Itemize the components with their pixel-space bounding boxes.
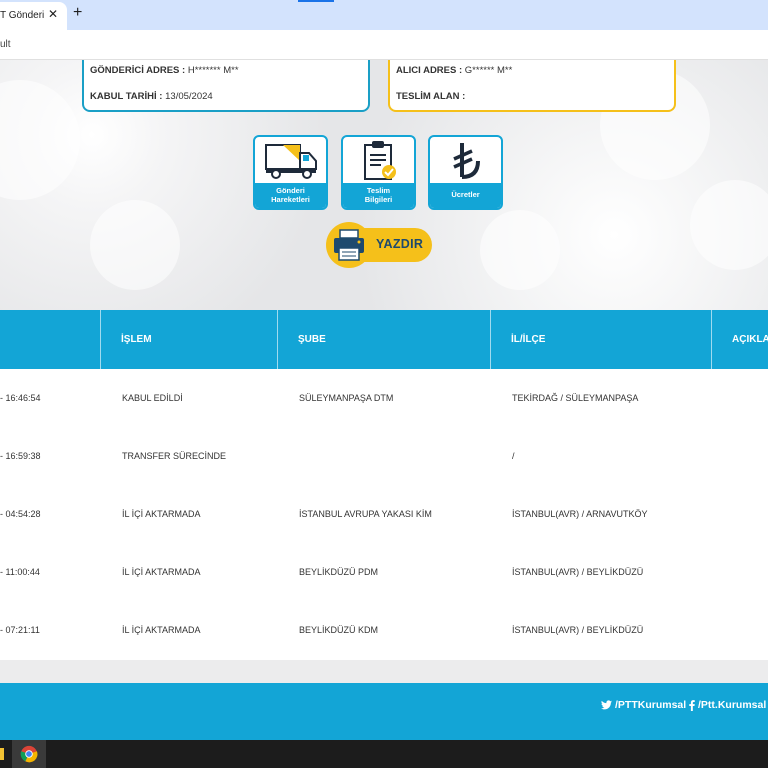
row-location: / bbox=[512, 451, 515, 461]
receiver-address-line: ALICI ADRES : G****** M** bbox=[396, 65, 512, 76]
tab-title: T Gönderi bbox=[0, 10, 44, 21]
row-time: - 16:59:38 bbox=[0, 451, 41, 461]
background-bokeh bbox=[90, 200, 180, 290]
row-action: TRANSFER SÜRECİNDE bbox=[122, 451, 227, 461]
chrome-icon bbox=[20, 745, 38, 763]
acceptance-date-label: KABUL TARİHİ : bbox=[90, 91, 163, 102]
truck-icon bbox=[255, 137, 326, 185]
column-header-action: İŞLEM bbox=[100, 310, 277, 369]
os-taskbar bbox=[0, 740, 768, 768]
column-header-location: İL/İLÇE bbox=[490, 310, 711, 369]
shipment-detail-area: GÖNDERİCİ ADRES : H******* M** KABUL TAR… bbox=[0, 60, 768, 310]
row-action: KABUL EDİLDİ bbox=[122, 393, 183, 403]
movements-table-body: - 16:46:54 KABUL EDİLDİ SÜLEYMANPAŞA DTM… bbox=[0, 369, 768, 660]
row-action: İL İÇİ AKTARMADA bbox=[122, 509, 201, 519]
close-icon[interactable]: ✕ bbox=[48, 7, 58, 21]
address-bar[interactable]: ult bbox=[0, 30, 768, 60]
row-time: - 04:54:28 bbox=[0, 509, 41, 519]
label-line: Ücretler bbox=[451, 190, 480, 200]
table-row: - 11:00:44 İL İÇİ AKTARMADA BEYLİKDÜZÜ P… bbox=[0, 543, 768, 601]
twitter-link[interactable]: /PTTKurumsal bbox=[601, 699, 686, 711]
chrome-taskbar-button[interactable] bbox=[12, 740, 46, 768]
column-header-branch: ŞUBE bbox=[277, 310, 490, 369]
sender-card: GÖNDERİCİ ADRES : H******* M** KABUL TAR… bbox=[82, 60, 370, 112]
row-time: - 11:00:44 bbox=[0, 567, 40, 577]
acceptance-date-line: KABUL TARİHİ : 13/05/2024 bbox=[90, 91, 213, 102]
row-location: İSTANBUL(AVR) / ARNAVUTKÖY bbox=[512, 509, 648, 519]
address-text: ult bbox=[0, 39, 11, 50]
facebook-icon bbox=[689, 699, 695, 711]
background-bokeh bbox=[0, 80, 80, 200]
row-action: İL İÇİ AKTARMADA bbox=[122, 625, 201, 635]
row-location: İSTANBUL(AVR) / BEYLİKDÜZÜ bbox=[512, 567, 644, 577]
delivered-to-line: TESLİM ALAN : bbox=[396, 91, 465, 102]
delivery-info-label: Teslim Bilgileri bbox=[343, 183, 414, 208]
sender-address-value: H******* M** bbox=[187, 65, 239, 76]
twitter-handle: /PTTKurumsal bbox=[615, 699, 687, 711]
shipment-movements-button[interactable]: Gönderi Hareketleri bbox=[253, 135, 328, 210]
facebook-handle: /Ptt.Kurumsal bbox=[698, 699, 767, 711]
print-button[interactable]: YAZDIR bbox=[326, 222, 432, 268]
fees-label: Ücretler bbox=[430, 183, 501, 208]
facebook-link[interactable]: /Ptt.Kurumsal bbox=[689, 699, 766, 711]
row-branch: BEYLİKDÜZÜ PDM bbox=[299, 567, 379, 577]
clipboard-check-icon bbox=[343, 137, 414, 185]
label-line: Bilgileri bbox=[364, 194, 393, 204]
shipment-movements-label: Gönderi Hareketleri bbox=[255, 183, 326, 208]
lira-icon bbox=[430, 137, 501, 185]
sender-address-label: GÖNDERİCİ ADRES : bbox=[90, 65, 186, 76]
row-action: İL İÇİ AKTARMADA bbox=[122, 567, 201, 577]
receiver-address-label: ALICI ADRES : bbox=[396, 65, 463, 76]
new-tab-button[interactable]: + bbox=[73, 4, 82, 22]
row-branch: BEYLİKDÜZÜ KDM bbox=[299, 625, 379, 635]
label-line: Hareketleri bbox=[271, 194, 310, 204]
background-bokeh bbox=[690, 180, 768, 270]
twitter-icon bbox=[601, 700, 612, 710]
print-label: YAZDIR bbox=[376, 237, 424, 251]
folder-icon[interactable] bbox=[0, 748, 4, 760]
delivery-info-button[interactable]: Teslim Bilgileri bbox=[341, 135, 416, 210]
row-location: TEKİRDAĞ / SÜLEYMANPAŞA bbox=[512, 393, 639, 403]
row-branch: SÜLEYMANPAŞA DTM bbox=[299, 393, 394, 403]
table-row: - 16:59:38 TRANSFER SÜRECİNDE / bbox=[0, 427, 768, 485]
row-time: - 07:21:11 bbox=[0, 625, 40, 635]
sender-address-line: GÖNDERİCİ ADRES : H******* M** bbox=[90, 65, 239, 76]
tab-indicator bbox=[298, 0, 334, 2]
footer: /PTTKurumsal /Ptt.Kurumsal bbox=[0, 683, 768, 740]
table-row: - 04:54:28 İL İÇİ AKTARMADA İSTANBUL AVR… bbox=[0, 485, 768, 543]
printer-icon bbox=[326, 222, 372, 268]
row-time: - 16:46:54 bbox=[0, 393, 41, 403]
receiver-card: ALICI ADRES : G****** M** TESLİM ALAN : bbox=[388, 60, 676, 112]
acceptance-date-value: 13/05/2024 bbox=[165, 91, 213, 102]
row-location: İSTANBUL(AVR) / BEYLİKDÜZÜ bbox=[512, 625, 644, 635]
column-header-description: AÇIKLA bbox=[711, 310, 768, 369]
receiver-address-value: G****** M** bbox=[464, 65, 513, 76]
delivered-to-label: TESLİM ALAN : bbox=[396, 91, 466, 102]
background-bokeh bbox=[480, 210, 560, 290]
browser-tab[interactable]: T Gönderi ✕ bbox=[0, 2, 67, 30]
table-row: - 07:21:11 İL İÇİ AKTARMADA BEYLİKDÜZÜ K… bbox=[0, 601, 768, 659]
row-branch: İSTANBUL AVRUPA YAKASI KİM bbox=[299, 509, 432, 519]
movements-table-header: İŞLEM ŞUBE İL/İLÇE AÇIKLA bbox=[0, 310, 768, 369]
browser-tab-bar: T Gönderi ✕ + bbox=[0, 0, 768, 30]
section-gap bbox=[0, 660, 768, 683]
table-row: - 16:46:54 KABUL EDİLDİ SÜLEYMANPAŞA DTM… bbox=[0, 369, 768, 427]
fees-button[interactable]: Ücretler bbox=[428, 135, 503, 210]
column-header-time bbox=[0, 310, 100, 369]
